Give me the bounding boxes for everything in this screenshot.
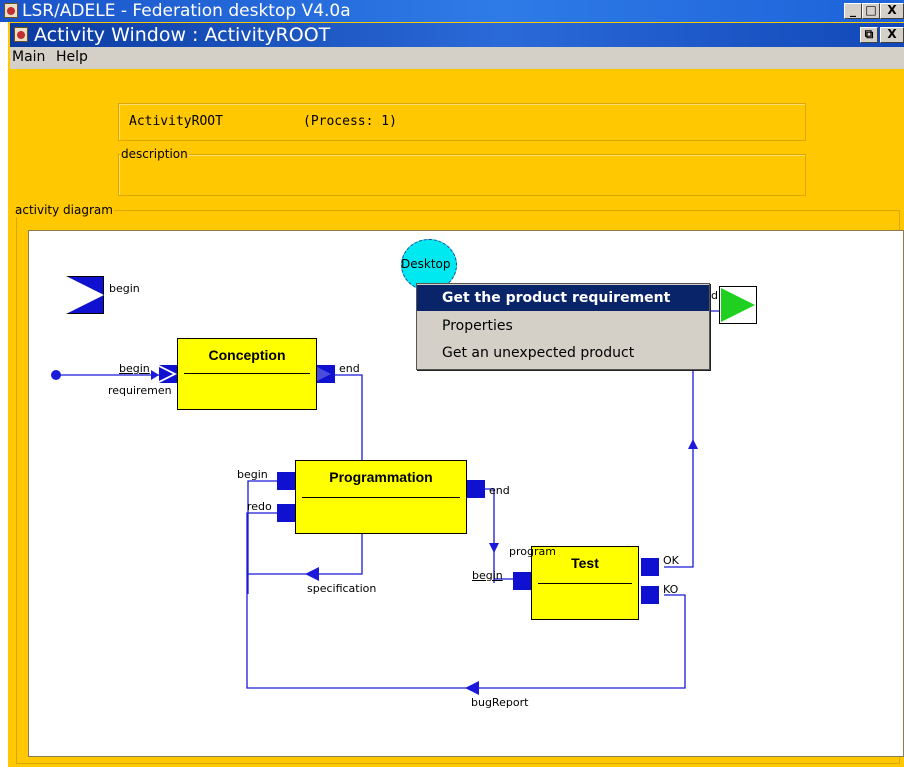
port-label-program: program [509, 545, 556, 558]
end-port-label: d [711, 289, 718, 302]
port-out-icon [467, 480, 485, 498]
diagram-group-label: activity diagram [14, 203, 114, 217]
menu-bar: Main Help [10, 47, 904, 69]
port-label-begin: begin [237, 468, 268, 481]
port-label-ok: OK [663, 554, 679, 567]
port-in-icon [277, 472, 295, 490]
port-in-icon [277, 504, 295, 522]
flow-label-specification: specification [307, 582, 377, 595]
menu-main[interactable]: Main [12, 49, 45, 65]
activity-name: Programmation [329, 469, 433, 485]
activity-conception[interactable]: Conception [177, 338, 317, 410]
maximize-button[interactable]: □ [862, 3, 880, 19]
activity-name: ActivityROOT [129, 114, 223, 129]
menu-item-get-product-requirement[interactable]: Get the product requirement [417, 285, 709, 311]
port-label-begin: begin [472, 569, 503, 582]
port-label-end: end [339, 362, 360, 375]
app-title: LSR/ADELE - Federation desktop V4.0a [22, 1, 351, 21]
description-field[interactable] [118, 154, 806, 196]
port-label-requirement: requiremen [108, 384, 172, 397]
activity-divider [538, 583, 632, 584]
restore-button[interactable]: ⧉ [860, 27, 878, 43]
close-button[interactable]: X [880, 27, 904, 43]
port-label-begin: begin [119, 362, 150, 375]
port-out-icon [317, 365, 335, 383]
end-arrow-icon [721, 288, 755, 322]
port-label-ko: KO [663, 583, 679, 596]
menu-item-properties[interactable]: Properties [417, 313, 709, 339]
close-button[interactable]: X [880, 3, 904, 19]
port-out-icon [641, 586, 659, 604]
port-in-icon [159, 365, 177, 383]
activity-divider [184, 373, 310, 374]
activity-programmation[interactable]: Programmation [295, 460, 467, 534]
port-out-icon [641, 558, 659, 576]
activity-name-field[interactable]: ActivityROOT (Process: 1) [118, 103, 806, 141]
port-label-redo: redo [247, 500, 272, 513]
activity-header: ActivityROOT (Process: 1) description [10, 69, 904, 200]
begin-arrow-icon [66, 276, 104, 314]
begin-port-label: begin [109, 282, 140, 295]
context-menu: Get the product requirement Properties G… [416, 283, 710, 370]
java-cup-icon [14, 27, 28, 42]
activity-divider [302, 497, 460, 498]
minimize-button[interactable]: _ [844, 3, 862, 19]
inner-window-title-bar[interactable]: Activity Window : ActivityROOT ⧉ X [10, 23, 904, 47]
menu-help[interactable]: Help [56, 49, 88, 65]
port-label-end: end [489, 484, 510, 497]
desktop-label: Desktop [401, 257, 451, 271]
menu-item-get-unexpected-product[interactable]: Get an unexpected product [417, 340, 709, 366]
description-label: description [120, 147, 189, 161]
port-in-icon [513, 572, 531, 590]
activity-name: Conception [208, 347, 286, 363]
java-cup-icon [4, 3, 18, 18]
flow-label-bugreport: bugReport [471, 696, 529, 709]
window-title: Activity Window : ActivityROOT [34, 24, 331, 46]
app-title-bar[interactable]: LSR/ADELE - Federation desktop V4.0a _ □… [0, 0, 904, 22]
process-info: (Process: 1) [303, 114, 397, 129]
